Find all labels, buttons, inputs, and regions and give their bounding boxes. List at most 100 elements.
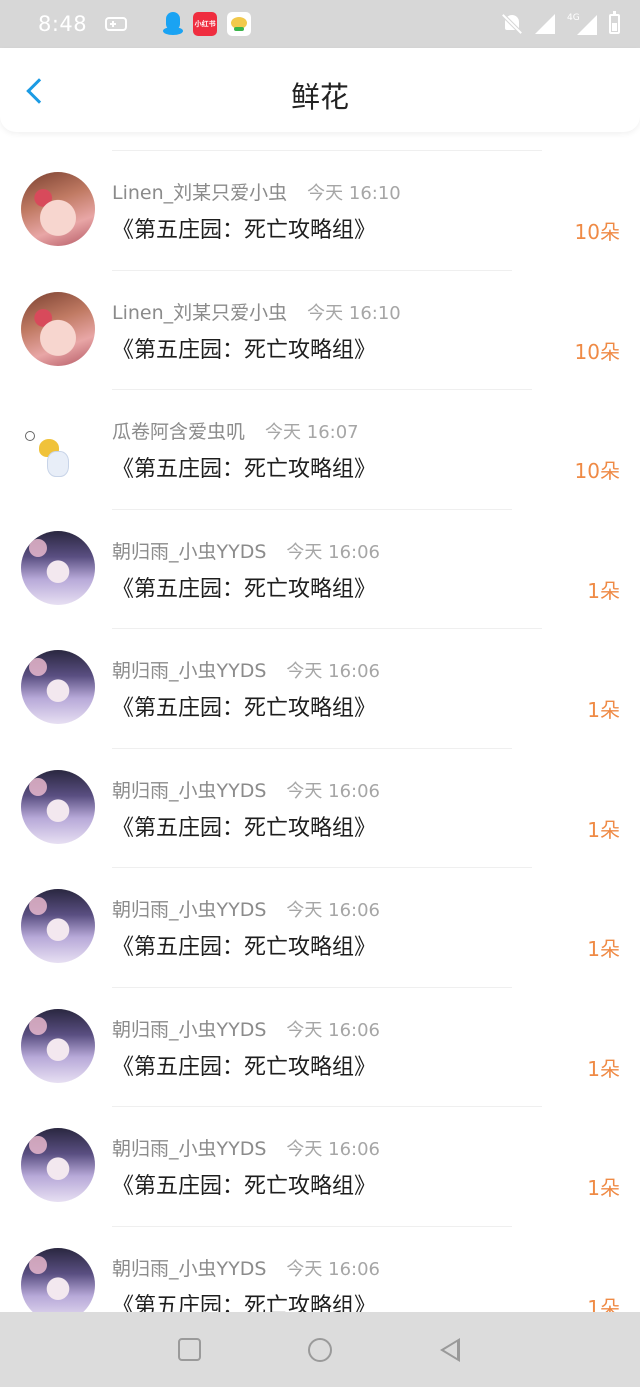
timestamp: 今天 16:06 <box>286 1258 381 1280</box>
flower-list[interactable]: Linen_刘某只爱小虫 今天 16:10 《第五庄园：死亡攻略组》 10朵 Linen… <box>0 150 640 1312</box>
book-title: 《第五庄园：死亡攻略组》 <box>112 1293 377 1313</box>
list-item[interactable]: 朝归雨_小虫YYDS 今天 16:06 《第五庄园：死亡攻略组》 1朵 <box>0 747 640 868</box>
recent-apps-button[interactable] <box>125 1312 255 1387</box>
back-triangle-icon <box>440 1338 460 1362</box>
timestamp: 今天 16:06 <box>286 541 381 563</box>
avatar[interactable] <box>21 172 95 246</box>
user-name[interactable]: 朝归雨_小虫YYDS <box>112 1134 266 1161</box>
sender-line: 朝归雨_小虫YYDS 今天 16:06 <box>112 537 380 564</box>
status-indicators: 4G <box>501 11 620 35</box>
user-name[interactable]: Linen_刘某只爱小虫 <box>112 178 287 205</box>
divider <box>112 508 512 510</box>
flower-count: 10朵 <box>574 459 620 483</box>
timestamp: 今天 16:06 <box>286 780 381 802</box>
divider <box>112 747 512 749</box>
list-item[interactable]: 朝归雨_小虫YYDS 今天 16:06 《第五庄园：死亡攻略组》 1朵 <box>0 1106 640 1226</box>
flower-count: 1朵 <box>587 1176 620 1200</box>
sender-line: 朝归雨_小虫YYDS 今天 16:06 <box>112 776 380 803</box>
sender-line: Linen_刘某只爱小虫 今天 16:10 <box>112 298 401 325</box>
home-icon <box>308 1338 332 1362</box>
bell-muted-icon <box>501 13 523 35</box>
book-title: 《第五庄园：死亡攻略组》 <box>112 457 377 482</box>
book-title: 《第五庄园：死亡攻略组》 <box>112 815 377 841</box>
list-item[interactable]: 朝归雨_小虫YYDS 今天 16:06 《第五庄园：死亡攻略组》 1朵 <box>0 628 640 748</box>
flower-count: 10朵 <box>574 339 620 364</box>
flower-count: 1朵 <box>587 578 620 603</box>
gamepad-icon <box>105 17 128 31</box>
system-nav-bar <box>0 1312 640 1387</box>
user-name[interactable]: 朝归雨_小虫YYDS <box>112 776 266 803</box>
flower-count: 1朵 <box>587 1056 620 1081</box>
signal-icon <box>535 14 555 34</box>
avatar[interactable] <box>21 530 95 605</box>
book-title: 《第五庄园：死亡攻略组》 <box>112 1174 377 1199</box>
sender-line: 朝归雨_小虫YYDS 今天 16:06 <box>112 1015 380 1042</box>
sender-line: Linen_刘某只爱小虫 今天 16:10 <box>112 178 401 205</box>
divider <box>112 389 532 390</box>
sender-line: 朝归雨_小虫YYDS 今天 16:06 <box>112 1134 380 1161</box>
notification-app-icons: 小红书 <box>163 12 252 36</box>
page-title: 鲜花 <box>290 80 349 114</box>
divider <box>112 628 542 629</box>
list-item[interactable]: 朝归雨_小虫YYDS 今天 16:06 《第五庄园：死亡攻略组》 1朵 <box>0 508 640 629</box>
qq-icon <box>163 12 184 36</box>
status-time: 8:48 <box>38 12 88 36</box>
timestamp: 今天 16:06 <box>286 1019 381 1041</box>
timestamp: 今天 16:07 <box>265 422 359 443</box>
recent-apps-icon <box>178 1338 201 1361</box>
avatar[interactable] <box>21 1008 95 1083</box>
book-title: 《第五庄园：死亡攻略组》 <box>112 218 377 243</box>
user-name[interactable]: 朝归雨_小虫YYDS <box>112 537 266 564</box>
book-title: 《第五庄园：死亡攻略组》 <box>112 576 377 602</box>
list-item[interactable]: 朝归雨_小虫YYDS 今天 16:06 《第五庄园：死亡攻略组》 1朵 <box>0 867 640 987</box>
sender-line: 朝归雨_小虫YYDS 今天 16:06 <box>112 895 380 922</box>
list-item[interactable]: Linen_刘某只爱小虫 今天 16:10 《第五庄园：死亡攻略组》 10朵 <box>0 150 640 270</box>
sender-line: 朝归雨_小虫YYDS 今天 16:06 <box>112 656 380 683</box>
sender-line: 瓜卷阿含爱虫叽 今天 16:07 <box>112 417 359 444</box>
divider <box>112 986 512 988</box>
user-name[interactable]: Linen_刘某只爱小虫 <box>112 298 287 325</box>
book-title: 《第五庄园：死亡攻略组》 <box>112 1054 377 1080</box>
user-name[interactable]: 朝归雨_小虫YYDS <box>112 895 266 922</box>
flower-count: 1朵 <box>587 698 620 722</box>
user-name[interactable]: 瓜卷阿含爱虫叽 <box>112 417 245 444</box>
list-item[interactable]: 瓜卷阿含爱虫叽 今天 16:07 《第五庄园：死亡攻略组》 10朵 <box>0 389 640 509</box>
sender-line: 朝归雨_小虫YYDS 今天 16:06 <box>112 1254 380 1281</box>
divider <box>112 867 532 868</box>
divider <box>112 1106 542 1107</box>
xiaohongshu-icon: 小红书 <box>193 12 218 36</box>
divider <box>112 269 512 271</box>
book-title: 《第五庄园：死亡攻略组》 <box>112 935 377 960</box>
battery-icon <box>609 11 620 34</box>
list-item[interactable]: 朝归雨_小虫YYDS 今天 16:06 《第五庄园：死亡攻略组》 1朵 <box>0 986 640 1107</box>
flower-count: 1朵 <box>587 937 620 961</box>
flower-count: 1朵 <box>587 1295 620 1313</box>
avatar[interactable] <box>21 769 95 844</box>
timestamp: 今天 16:06 <box>286 1139 381 1160</box>
list-item[interactable]: 朝归雨_小虫YYDS 今天 16:06 《第五庄园：死亡攻略组》 1朵 <box>0 1225 640 1313</box>
timestamp: 今天 16:10 <box>307 302 401 324</box>
signal-4g-icon: 4G <box>567 13 597 35</box>
divider <box>112 150 542 151</box>
book-title: 《第五庄园：死亡攻略组》 <box>112 696 377 721</box>
user-name[interactable]: 朝归雨_小虫YYDS <box>112 656 266 683</box>
user-name[interactable]: 朝归雨_小虫YYDS <box>112 1254 266 1281</box>
user-name[interactable]: 朝归雨_小虫YYDS <box>112 1015 266 1042</box>
avatar[interactable] <box>21 1128 95 1202</box>
timestamp: 今天 16:10 <box>307 183 401 204</box>
list-item[interactable]: Linen_刘某只爱小虫 今天 16:10 《第五庄园：死亡攻略组》 10朵 <box>0 269 640 390</box>
avatar[interactable] <box>21 650 95 724</box>
flower-count: 1朵 <box>587 817 620 842</box>
book-title: 《第五庄园：死亡攻略组》 <box>112 337 377 363</box>
system-back-button[interactable] <box>385 1312 515 1387</box>
status-bar: 8:48 小红书 4G <box>0 0 640 48</box>
yellow-app-icon <box>227 12 252 36</box>
nav-header: 鲜花 <box>0 48 640 132</box>
home-button[interactable] <box>255 1312 385 1387</box>
avatar[interactable] <box>21 291 95 366</box>
avatar[interactable] <box>21 411 95 485</box>
avatar[interactable] <box>21 1247 95 1312</box>
divider <box>112 1225 512 1227</box>
avatar[interactable] <box>21 889 95 963</box>
timestamp: 今天 16:06 <box>286 900 381 921</box>
